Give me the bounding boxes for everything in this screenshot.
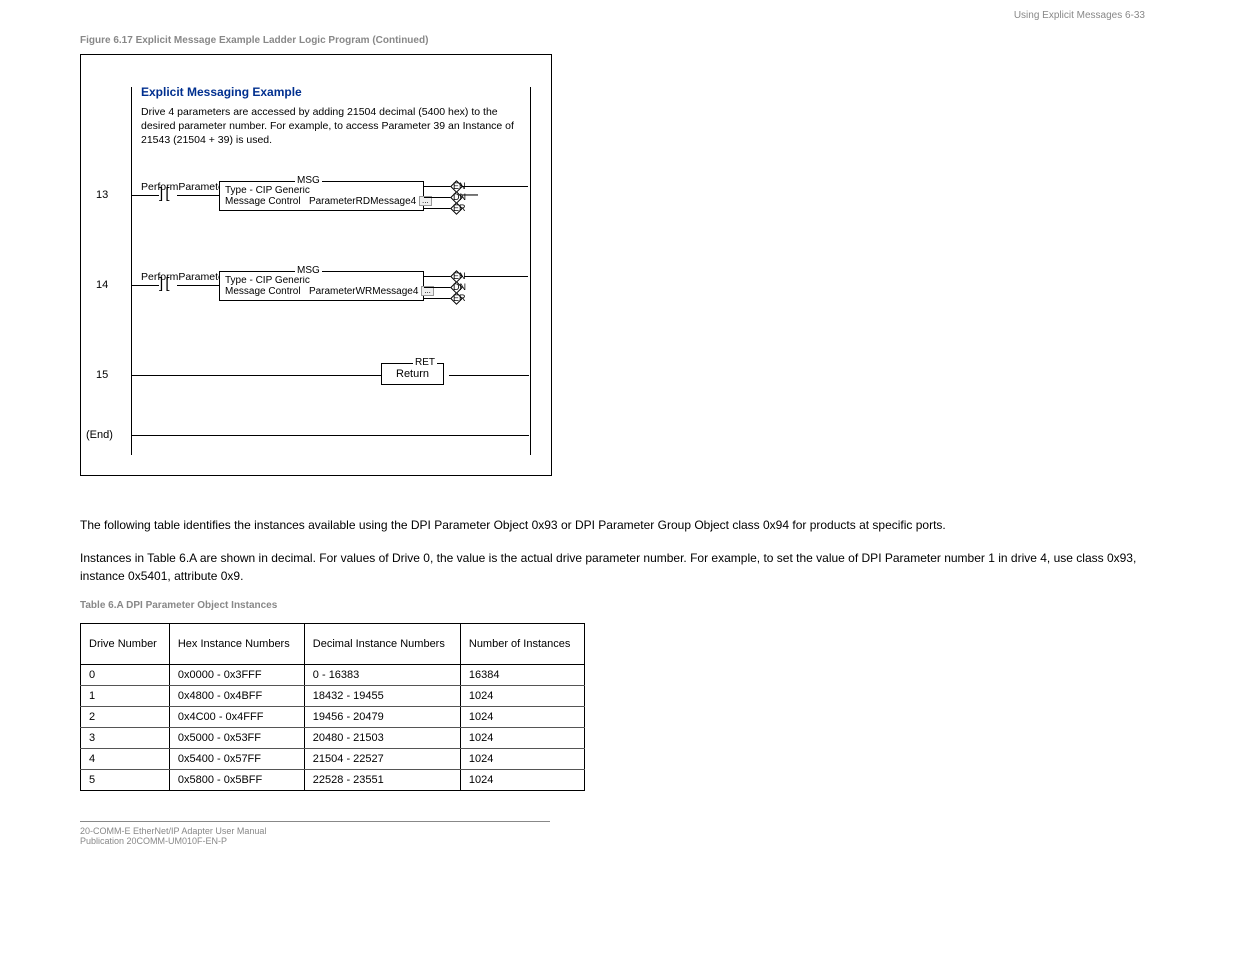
th-count: Number of Instances [460, 624, 584, 665]
msg-instruction: MSG Type - CIP Generic Message Control P… [219, 181, 424, 211]
table-row: 20x4C00 - 0x4FFF19456 - 204791024 [81, 707, 585, 728]
heading-block: Explicit Messaging Example Drive 4 param… [141, 85, 525, 148]
er-label: ER [453, 203, 466, 213]
table-row: 00x0000 - 0x3FFF0 - 1638316384 [81, 665, 585, 686]
table-header-row: Drive Number Hex Instance Numbers Decima… [81, 624, 585, 665]
paragraph-1: The following table identifies the insta… [80, 516, 1155, 534]
ret-instruction: RET Return [381, 363, 444, 385]
dn-label: DN [453, 282, 466, 292]
table-row: 10x4800 - 0x4BFF18432 - 194551024 [81, 686, 585, 707]
page: Using Explicit Messages 6-33 Figure 6.17… [0, 0, 1235, 886]
ret-text: Return [396, 368, 429, 380]
table-row: 30x5000 - 0x53FF20480 - 215031024 [81, 728, 585, 749]
table-row: 40x5400 - 0x57FF21504 - 225271024 [81, 749, 585, 770]
msg-type: Type - CIP Generic [225, 185, 418, 196]
heading: Explicit Messaging Example [141, 85, 525, 99]
right-rail [530, 87, 531, 455]
msg-type: Type - CIP Generic [225, 275, 418, 286]
instance-table: Drive Number Hex Instance Numbers Decima… [80, 623, 585, 791]
msg-control: Message Control ParameterRDMessage4 ... [225, 196, 418, 207]
th-hex: Hex Instance Numbers [169, 624, 304, 665]
table-caption: Table 6.A DPI Parameter Object Instances [80, 600, 1155, 611]
th-dec: Decimal Instance Numbers [304, 624, 460, 665]
footer-text: 20-COMM-E EtherNet/IP Adapter User Manua… [80, 826, 1155, 846]
rung13-num: 13 [96, 189, 108, 201]
msg-title: MSG [295, 265, 322, 276]
end-label: (End) [86, 429, 113, 441]
body-text: Drive 4 parameters are accessed by addin… [141, 105, 525, 148]
msg-title: MSG [295, 175, 322, 186]
msg-instruction: MSG Type - CIP Generic Message Control P… [219, 271, 424, 301]
rung14-num: 14 [96, 279, 108, 291]
th-drive: Drive Number [81, 624, 170, 665]
ret-title: RET [413, 357, 437, 368]
page-header: Using Explicit Messages 6-33 [1014, 10, 1145, 21]
xic-icon: ] [ [159, 185, 169, 202]
figure-caption: Figure 6.17 Explicit Message Example Lad… [80, 35, 1155, 46]
msg-control: Message Control ParameterWRMessage4 ... [225, 286, 418, 297]
xic-icon: ] [ [159, 275, 169, 292]
ladder-diagram: Explicit Messaging Example Drive 4 param… [80, 54, 552, 476]
left-rail [131, 87, 132, 455]
footer-rule [80, 821, 550, 822]
er-label: ER [453, 293, 466, 303]
table-row: 50x5800 - 0x5BFF22528 - 235511024 [81, 770, 585, 791]
rung15-num: 15 [96, 369, 108, 381]
paragraph-2: Instances in Table 6.A are shown in deci… [80, 549, 1155, 585]
